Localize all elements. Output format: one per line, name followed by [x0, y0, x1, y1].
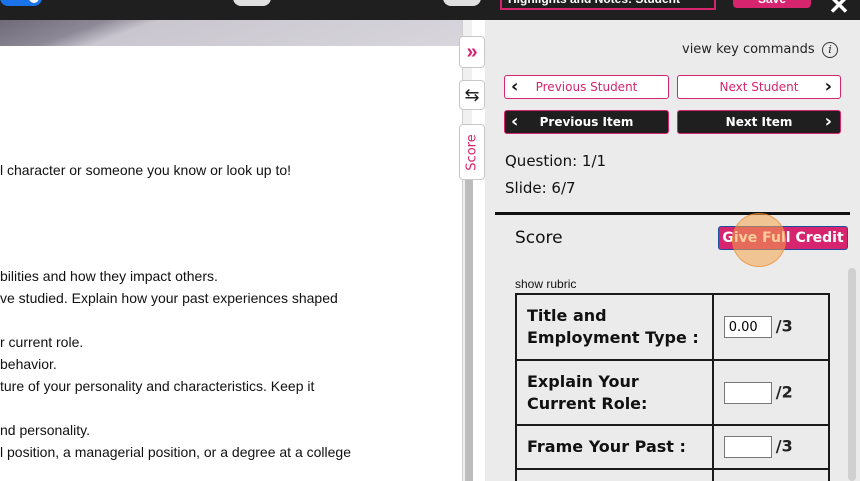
rubric-row: Title and Employment Type : /3 — [515, 293, 831, 361]
rubric-criterion: Explain Your Current Role: — [515, 359, 714, 426]
close-icon[interactable]: ✕ — [826, 0, 852, 18]
slide-header-shade — [0, 20, 462, 46]
rubric-criterion — [515, 468, 714, 481]
document-line: ve studied. Explain how your past experi… — [0, 290, 338, 306]
next-item-button[interactable]: Next Item › — [677, 110, 841, 134]
toggle-switch-off-2[interactable] — [443, 0, 481, 6]
score-heading: Score — [515, 228, 563, 248]
previous-item-button[interactable]: ‹ Previous Item — [504, 110, 669, 134]
expand-panel-icon[interactable]: » — [459, 36, 485, 68]
score-input[interactable] — [723, 436, 772, 458]
rubric-row: Explain Your Current Role: /2 — [515, 359, 831, 426]
rubric-table: Title and Employment Type : /3 Explain Y… — [515, 293, 831, 481]
score-side-tab[interactable]: Score — [459, 124, 485, 180]
rubric-score-cell: /3 — [711, 424, 831, 470]
rubric-score-cell — [711, 468, 831, 481]
highlight-filter-dropdown[interactable]: Highlights and Notes: Student — [500, 0, 716, 10]
document-line: bilities and how they impact others. — [0, 268, 218, 284]
chevron-right-icon: › — [824, 111, 832, 132]
document-line: behavior. — [0, 356, 57, 372]
score-max: /2 — [775, 382, 793, 401]
view-key-commands-link[interactable]: view key commands — [682, 42, 815, 57]
rubric-criterion: Frame Your Past : — [515, 424, 714, 470]
info-icon[interactable]: i — [822, 42, 838, 58]
panel-scrollbar[interactable] — [848, 268, 856, 481]
save-button[interactable]: Save — [733, 0, 811, 8]
question-counter: Question: 1/1 — [505, 152, 607, 170]
toggle-switch-on[interactable] — [0, 0, 42, 6]
score-input[interactable] — [723, 316, 772, 338]
give-full-credit-button[interactable]: Give Full Credit — [718, 226, 848, 250]
previous-student-label: Previous Student — [535, 80, 638, 94]
rubric-row — [515, 468, 831, 481]
next-student-button[interactable]: Next Student › — [677, 75, 841, 99]
document-scrollbar[interactable] — [465, 180, 473, 481]
previous-item-label: Previous Item — [539, 115, 634, 129]
score-input[interactable] — [723, 381, 772, 404]
rubric-criterion: Title and Employment Type : — [515, 293, 714, 361]
chevron-left-icon: ‹ — [511, 76, 519, 97]
score-side-tab-label: Score — [464, 133, 480, 171]
slide-header-band — [0, 20, 462, 46]
swap-layout-icon[interactable]: ⇆ — [459, 80, 485, 110]
student-document: l character or someone you know or look … — [0, 46, 462, 481]
top-toolbar: Highlights and Notes: Student Save ✕ — [0, 0, 860, 20]
score-max: /3 — [775, 316, 793, 336]
document-line: l character or someone you know or look … — [0, 162, 292, 178]
document-line: nd personality. — [0, 422, 91, 438]
next-student-label: Next Student — [719, 80, 799, 94]
document-line: l position, a managerial position, or a … — [0, 444, 351, 460]
rubric-score-cell: /3 — [711, 293, 831, 361]
previous-student-button[interactable]: ‹ Previous Student — [504, 75, 669, 99]
chevron-right-icon: › — [824, 76, 832, 97]
show-rubric-link[interactable]: show rubric — [515, 277, 576, 291]
section-divider — [495, 212, 850, 215]
slide-counter: Slide: 6/7 — [505, 179, 576, 197]
next-item-label: Next Item — [725, 115, 793, 129]
chevron-left-icon: ‹ — [511, 111, 519, 132]
score-max: /3 — [775, 436, 793, 456]
rubric-row: Frame Your Past : /3 — [515, 424, 831, 470]
rubric-score-cell: /2 — [711, 359, 831, 426]
document-line: ture of your personality and characteris… — [0, 378, 315, 394]
document-line: r current role. — [0, 334, 84, 350]
toggle-switch-off[interactable] — [233, 0, 271, 6]
toggle-knob — [29, 0, 39, 3]
